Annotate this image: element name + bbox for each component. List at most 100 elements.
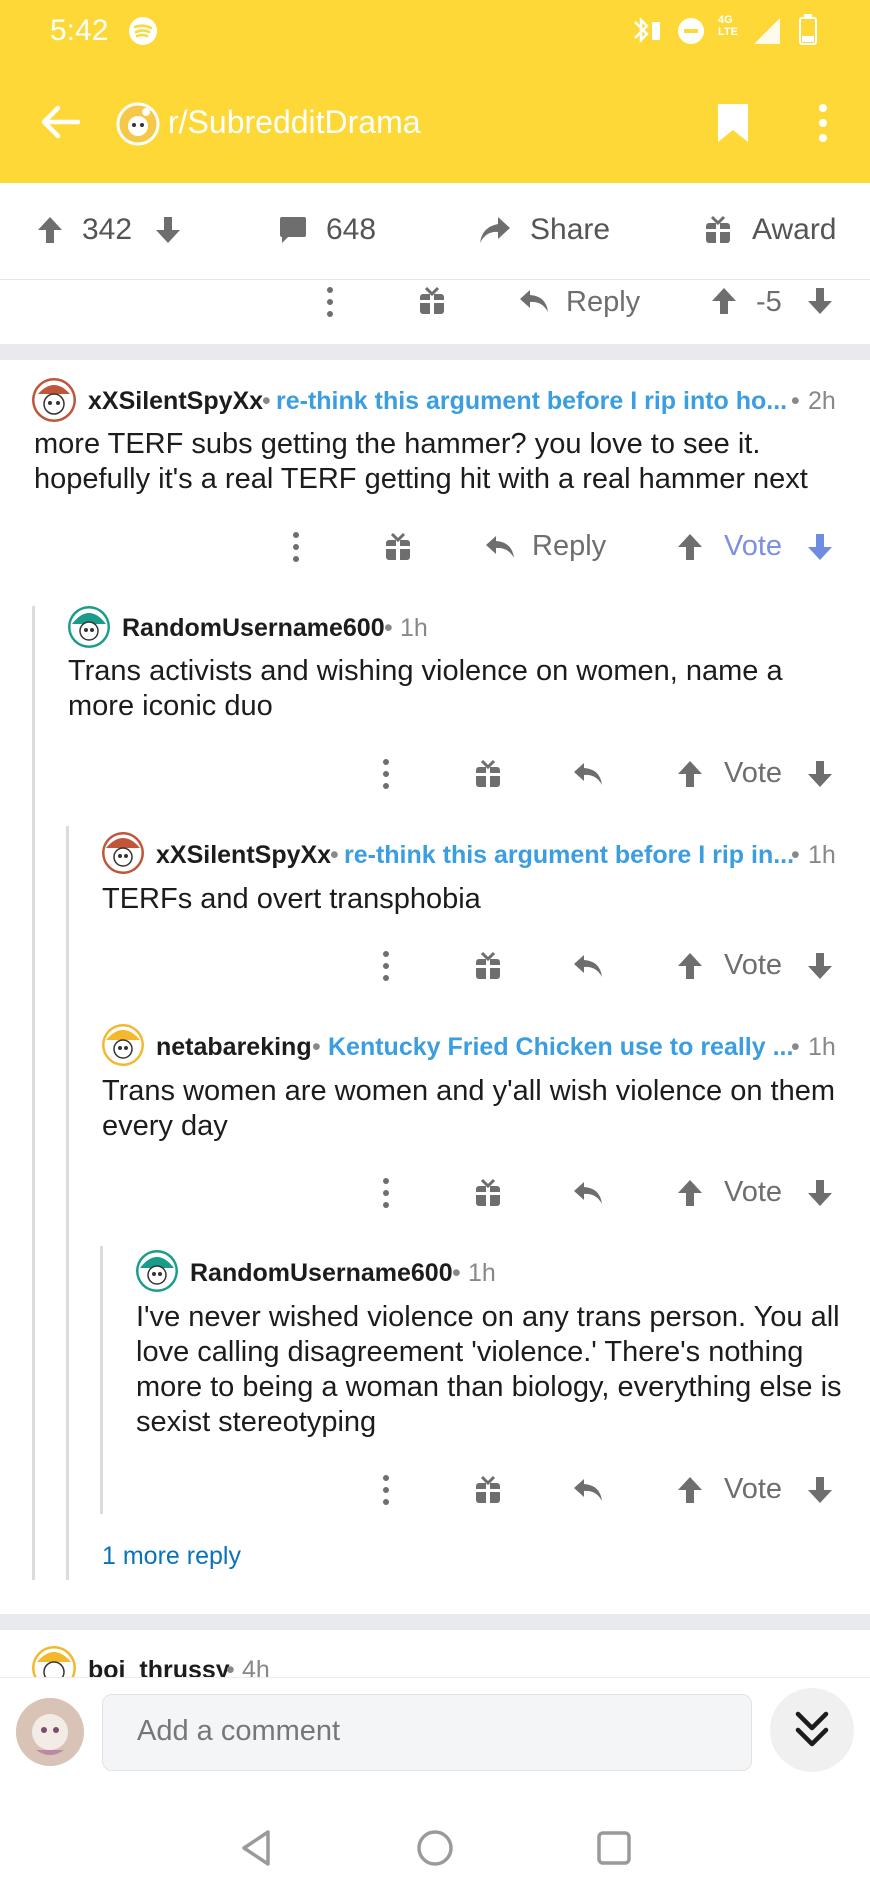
comment-body: I've never wished violence on any trans …: [136, 1301, 842, 1438]
subreddit-icon: [116, 102, 160, 151]
reply-icon[interactable]: [484, 534, 516, 565]
downvote-icon[interactable]: [806, 759, 834, 794]
user-flair: Kentucky Fried Chicken use to really ...: [328, 1033, 794, 1061]
downvote-icon[interactable]: [806, 286, 834, 321]
award-button[interactable]: Award: [752, 213, 837, 247]
more-options-icon[interactable]: [376, 1176, 396, 1215]
award-icon[interactable]: [474, 759, 502, 794]
comment-icon[interactable]: [278, 215, 308, 250]
signal-icon: [752, 16, 784, 51]
comment-actions: Vote: [0, 1171, 870, 1215]
comment-body: TERFs and overt transphobia: [102, 883, 481, 915]
more-options-icon[interactable]: [376, 949, 396, 988]
vote-label: Vote: [724, 1473, 783, 1505]
separator-dot: •: [330, 841, 339, 869]
network-type: 4G LTE: [718, 14, 738, 38]
downvote-icon[interactable]: [806, 951, 834, 986]
more-replies-link[interactable]: 1 more reply: [102, 1542, 241, 1571]
avatar[interactable]: [32, 378, 76, 422]
nav-home-icon[interactable]: [415, 1828, 455, 1873]
nav-back-icon[interactable]: [238, 1828, 274, 1873]
upvote-icon[interactable]: [710, 286, 738, 321]
comment-age: 1h: [808, 841, 836, 869]
vote-label: Vote: [724, 949, 783, 981]
upvote-icon[interactable]: [676, 532, 704, 567]
upvote-icon[interactable]: [676, 951, 704, 986]
comment-author[interactable]: netabareking: [156, 1033, 312, 1062]
subreddit-title[interactable]: r/SubredditDrama: [168, 104, 421, 141]
bottom-bar: Add a comment: [0, 1677, 870, 1885]
spotify-icon: [128, 16, 158, 51]
award-icon[interactable]: [704, 215, 732, 250]
avatar[interactable]: [102, 1024, 144, 1066]
comment-input[interactable]: Add a comment: [102, 1694, 752, 1771]
reply-button[interactable]: Reply: [566, 286, 640, 319]
nav-recents-icon[interactable]: [594, 1828, 634, 1873]
more-options-icon[interactable]: [286, 530, 306, 569]
user-avatar[interactable]: [16, 1698, 84, 1766]
separator-dot: •: [312, 1033, 321, 1061]
comment-author[interactable]: xXSilentSpyXx: [88, 387, 263, 416]
separator-dot: •: [384, 614, 393, 642]
upvote-icon[interactable]: [676, 1178, 704, 1213]
post-action-bar: 342 648 Share Award: [0, 183, 870, 280]
comment-placeholder: Add a comment: [137, 1715, 341, 1747]
reply-icon[interactable]: [518, 288, 550, 319]
award-icon[interactable]: [474, 951, 502, 986]
more-options-icon[interactable]: [376, 1473, 396, 1512]
comment-actions: Vote: [0, 1468, 870, 1512]
comment-author[interactable]: xXSilentSpyXx: [156, 841, 331, 870]
avatar[interactable]: [102, 832, 144, 874]
award-icon[interactable]: [384, 532, 412, 567]
upvote-icon[interactable]: [676, 759, 704, 794]
avatar[interactable]: [68, 606, 110, 648]
separator-dot: •: [791, 1033, 800, 1061]
prev-comment-actions: Reply -5: [0, 280, 870, 340]
comment-age: 1h: [468, 1259, 496, 1287]
vote-label: Vote: [724, 530, 783, 562]
comment-age: 1h: [400, 614, 428, 642]
upvote-count: 342: [82, 213, 133, 246]
reply-icon[interactable]: [572, 1180, 604, 1211]
downvote-icon[interactable]: [806, 1178, 834, 1213]
downvote-icon[interactable]: [806, 1475, 834, 1510]
comment-author[interactable]: RandomUsername600: [190, 1259, 453, 1288]
downvote-icon[interactable]: [154, 215, 182, 250]
reply-icon[interactable]: [572, 1477, 604, 1508]
upvote-icon[interactable]: [676, 1475, 704, 1510]
comment-actions: Reply Vote: [0, 524, 870, 568]
vote-label: Vote: [724, 1176, 783, 1208]
divider: [0, 344, 870, 360]
separator-dot: •: [791, 387, 800, 415]
downvote-icon[interactable]: [806, 532, 834, 567]
bookmark-icon[interactable]: [716, 102, 750, 144]
comment-actions: Vote: [0, 752, 870, 796]
separator-dot: •: [791, 841, 800, 869]
comment-actions: Vote: [0, 944, 870, 988]
comment-body: more TERF subs getting the hammer? you l…: [34, 428, 808, 495]
share-icon[interactable]: [478, 215, 512, 250]
avatar[interactable]: [136, 1250, 178, 1292]
share-button[interactable]: Share: [530, 213, 610, 247]
award-icon[interactable]: [474, 1475, 502, 1510]
comment-body: Trans activists and wishing violence on …: [68, 655, 783, 722]
back-arrow-icon[interactable]: [38, 102, 82, 142]
more-options-icon[interactable]: [376, 757, 396, 796]
reply-icon[interactable]: [572, 761, 604, 792]
vote-label: Vote: [724, 757, 783, 789]
reply-icon[interactable]: [572, 953, 604, 984]
more-options-icon[interactable]: [320, 285, 340, 324]
comment-author[interactable]: RandomUsername600: [122, 614, 385, 643]
award-icon[interactable]: [418, 286, 446, 321]
battery-icon: [798, 14, 818, 51]
status-time: 5:42: [50, 14, 109, 47]
comment-score: -5: [756, 286, 782, 318]
comment-count: 648: [326, 213, 377, 246]
jump-down-button[interactable]: [770, 1688, 854, 1772]
overflow-menu-icon[interactable]: [812, 102, 834, 144]
separator-dot: •: [262, 387, 271, 415]
upvote-icon[interactable]: [36, 215, 64, 250]
comment-age: 1h: [808, 1033, 836, 1061]
award-icon[interactable]: [474, 1178, 502, 1213]
reply-button[interactable]: Reply: [532, 530, 606, 563]
